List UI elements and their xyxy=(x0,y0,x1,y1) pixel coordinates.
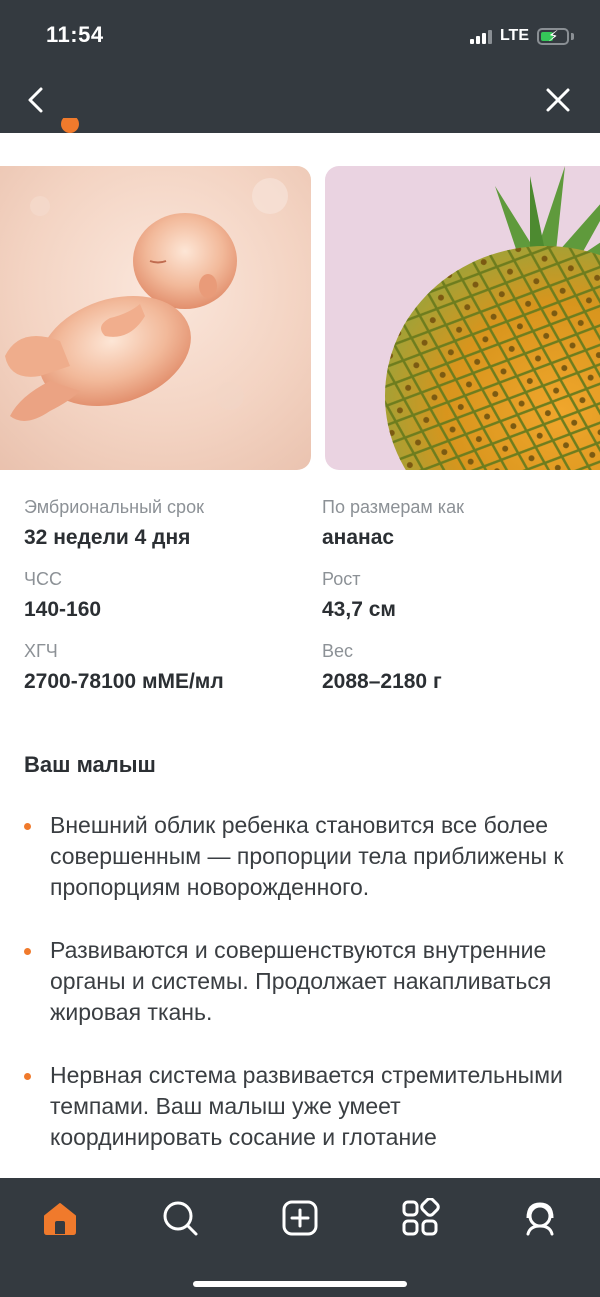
stat-heart-rate: ЧСС 140-160 xyxy=(24,569,101,622)
stat-label: Рост xyxy=(322,569,361,589)
stat-size-like: По размерам как ананас xyxy=(322,497,464,550)
stat-value: ананас xyxy=(322,526,395,549)
stat-value: 32 недели 4 дня xyxy=(24,526,191,549)
stat-value: 43,7 см xyxy=(322,598,396,621)
bullet-list: Внешний облик ребенка становится все бол… xyxy=(24,810,574,1185)
stat-label: ЧСС xyxy=(24,569,62,589)
bullet-dot xyxy=(24,823,31,830)
battery-icon: ⚡ xyxy=(537,27,569,45)
grid-icon[interactable] xyxy=(400,1198,440,1238)
stat-hcg: ХГЧ 2700-78100 мМЕ/мл xyxy=(24,641,224,694)
list-item: Внешний облик ребенка становится все бол… xyxy=(24,810,574,903)
top-header: 11:54 LTE ⚡ xyxy=(0,0,600,133)
home-indicator[interactable] xyxy=(193,1281,407,1287)
stat-embryo-term: Эмбриональный срок 32 недели 4 дня xyxy=(24,497,204,550)
chevron-left-icon[interactable] xyxy=(24,84,48,116)
embryo-image xyxy=(0,166,311,470)
stat-label: ХГЧ xyxy=(24,641,58,661)
stat-value: 140-160 xyxy=(24,598,102,621)
add-square-icon[interactable] xyxy=(280,1198,320,1238)
list-item: Нервная система развивается стремительны… xyxy=(24,1060,574,1153)
search-icon[interactable] xyxy=(160,1198,200,1238)
section-title: Ваш малыш xyxy=(24,752,156,777)
list-item-text: Внешний облик ребенка становится все бол… xyxy=(50,812,564,900)
close-icon[interactable] xyxy=(544,86,572,114)
list-item-text: Развиваются и совершенствуются внутренни… xyxy=(50,937,552,1025)
bullet-dot xyxy=(24,1073,31,1080)
stat-label: Вес xyxy=(322,641,354,661)
network-label: LTE xyxy=(499,27,529,44)
stat-label: Эмбриональный срок xyxy=(24,497,204,517)
list-item: Развиваются и совершенствуются внутренни… xyxy=(24,935,574,1028)
list-item-text: Нервная система развивается стремительны… xyxy=(50,1062,563,1150)
home-icon[interactable] xyxy=(40,1198,80,1238)
stat-label: По размерам как xyxy=(322,497,464,517)
avatar xyxy=(32,118,79,133)
battery-cap xyxy=(571,32,574,40)
stat-weight: Вес 2088–2180 г xyxy=(322,641,442,694)
status-indicators: LTE ⚡ xyxy=(469,24,574,48)
status-time: 11:54 xyxy=(46,22,104,47)
bottom-tab-bar xyxy=(0,1178,600,1297)
stat-value: 2088–2180 г xyxy=(322,670,442,693)
bullet-dot xyxy=(24,948,31,955)
stat-value: 2700-78100 мМЕ/мл xyxy=(24,670,224,693)
profile-icon[interactable] xyxy=(520,1198,560,1238)
stat-height: Рост 43,7 см xyxy=(322,569,396,622)
pineapple-image xyxy=(325,166,600,470)
signal-icon xyxy=(469,28,492,44)
